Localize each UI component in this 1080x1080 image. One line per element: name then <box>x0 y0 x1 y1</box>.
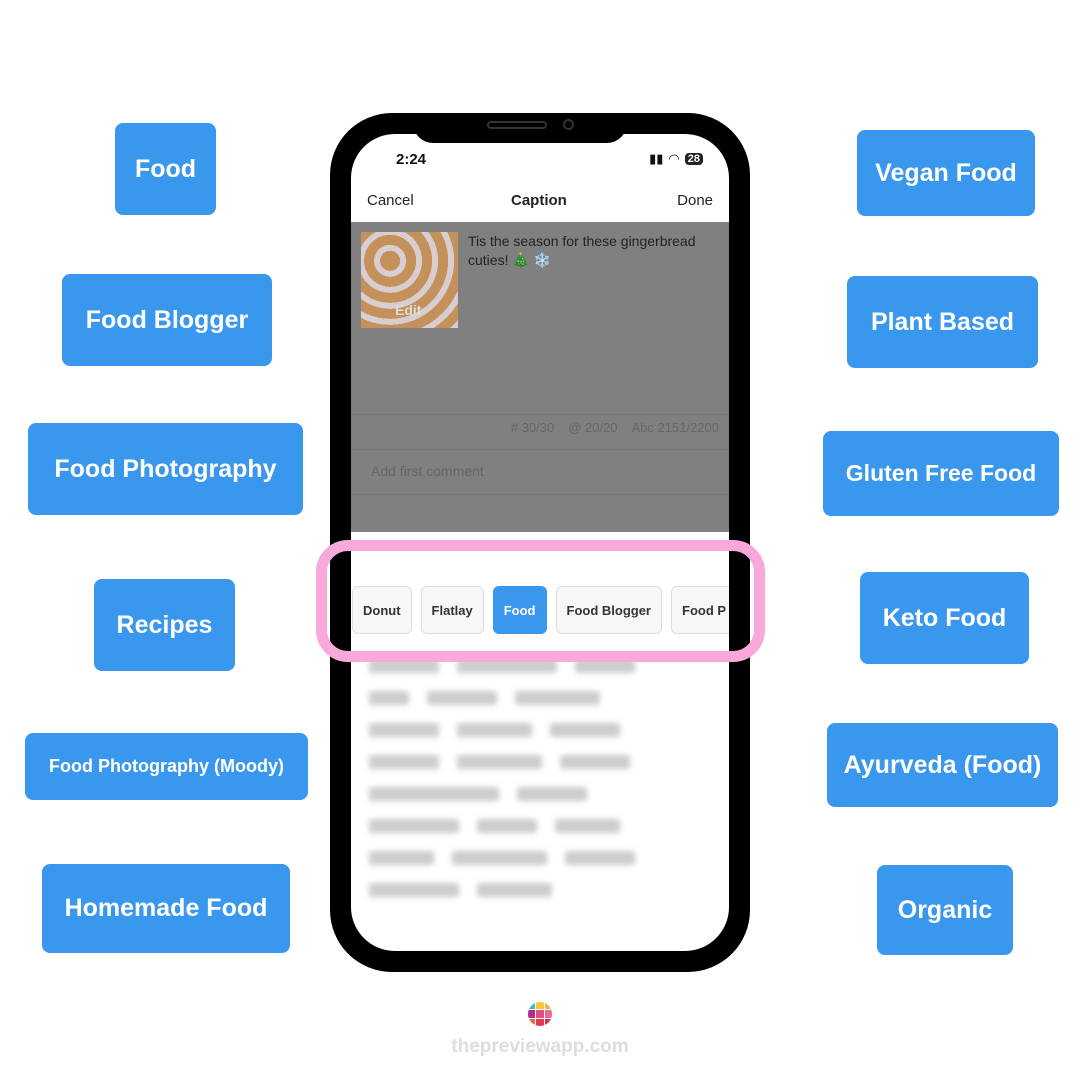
caption-text[interactable]: Tis the season for these gingerbread cut… <box>468 232 718 270</box>
tag-organic[interactable]: Organic <box>877 865 1013 955</box>
tag-plant-based[interactable]: Plant Based <box>847 276 1038 368</box>
char-count: Abc 2151/2200 <box>631 420 719 435</box>
highlight-box <box>316 540 765 662</box>
done-button[interactable]: Done <box>677 192 713 209</box>
divider <box>351 494 729 495</box>
edit-label[interactable]: Edit <box>395 302 421 318</box>
battery-icon: 28 <box>684 153 703 165</box>
page-title: Caption <box>511 192 567 209</box>
divider <box>351 414 729 415</box>
status-icons: ▮▮ ◠ 28 <box>649 151 703 167</box>
tag-food-photography-moody[interactable]: Food Photography (Moody) <box>25 733 308 800</box>
tag-food-blogger[interactable]: Food Blogger <box>62 274 272 366</box>
tag-vegan-food[interactable]: Vegan Food <box>857 130 1035 216</box>
tag-gluten-free-food[interactable]: Gluten Free Food <box>823 431 1059 516</box>
caption-editor: Edit Tis the season for these gingerbrea… <box>351 222 729 532</box>
status-time: 2:24 <box>396 151 427 168</box>
counters: # 30/30 @ 20/20 Abc 2151/2200 <box>511 420 719 435</box>
hashtag-count: # 30/30 <box>510 420 555 435</box>
tag-homemade-food[interactable]: Homemade Food <box>42 864 290 953</box>
tag-recipes[interactable]: Recipes <box>94 579 235 671</box>
wifi-icon: ◠ <box>668 151 680 166</box>
blurred-hashtags <box>369 659 699 915</box>
signal-icon: ▮▮ <box>649 151 664 166</box>
mention-count: @ 20/20 <box>568 420 618 435</box>
phone-notch <box>413 113 627 143</box>
tag-ayurveda-food[interactable]: Ayurveda (Food) <box>827 723 1058 807</box>
cancel-button[interactable]: Cancel <box>367 192 414 209</box>
tag-food-photography[interactable]: Food Photography <box>28 423 303 515</box>
first-comment-input[interactable]: Add first comment <box>371 463 484 479</box>
post-thumbnail[interactable]: Edit <box>361 232 458 328</box>
footer-site: thepreviewapp.com <box>451 1036 629 1057</box>
nav-bar: Cancel Caption Done <box>351 192 729 222</box>
preview-app-logo <box>528 1002 552 1026</box>
tag-keto-food[interactable]: Keto Food <box>860 572 1029 664</box>
tag-food[interactable]: Food <box>115 123 216 215</box>
divider <box>351 449 729 450</box>
